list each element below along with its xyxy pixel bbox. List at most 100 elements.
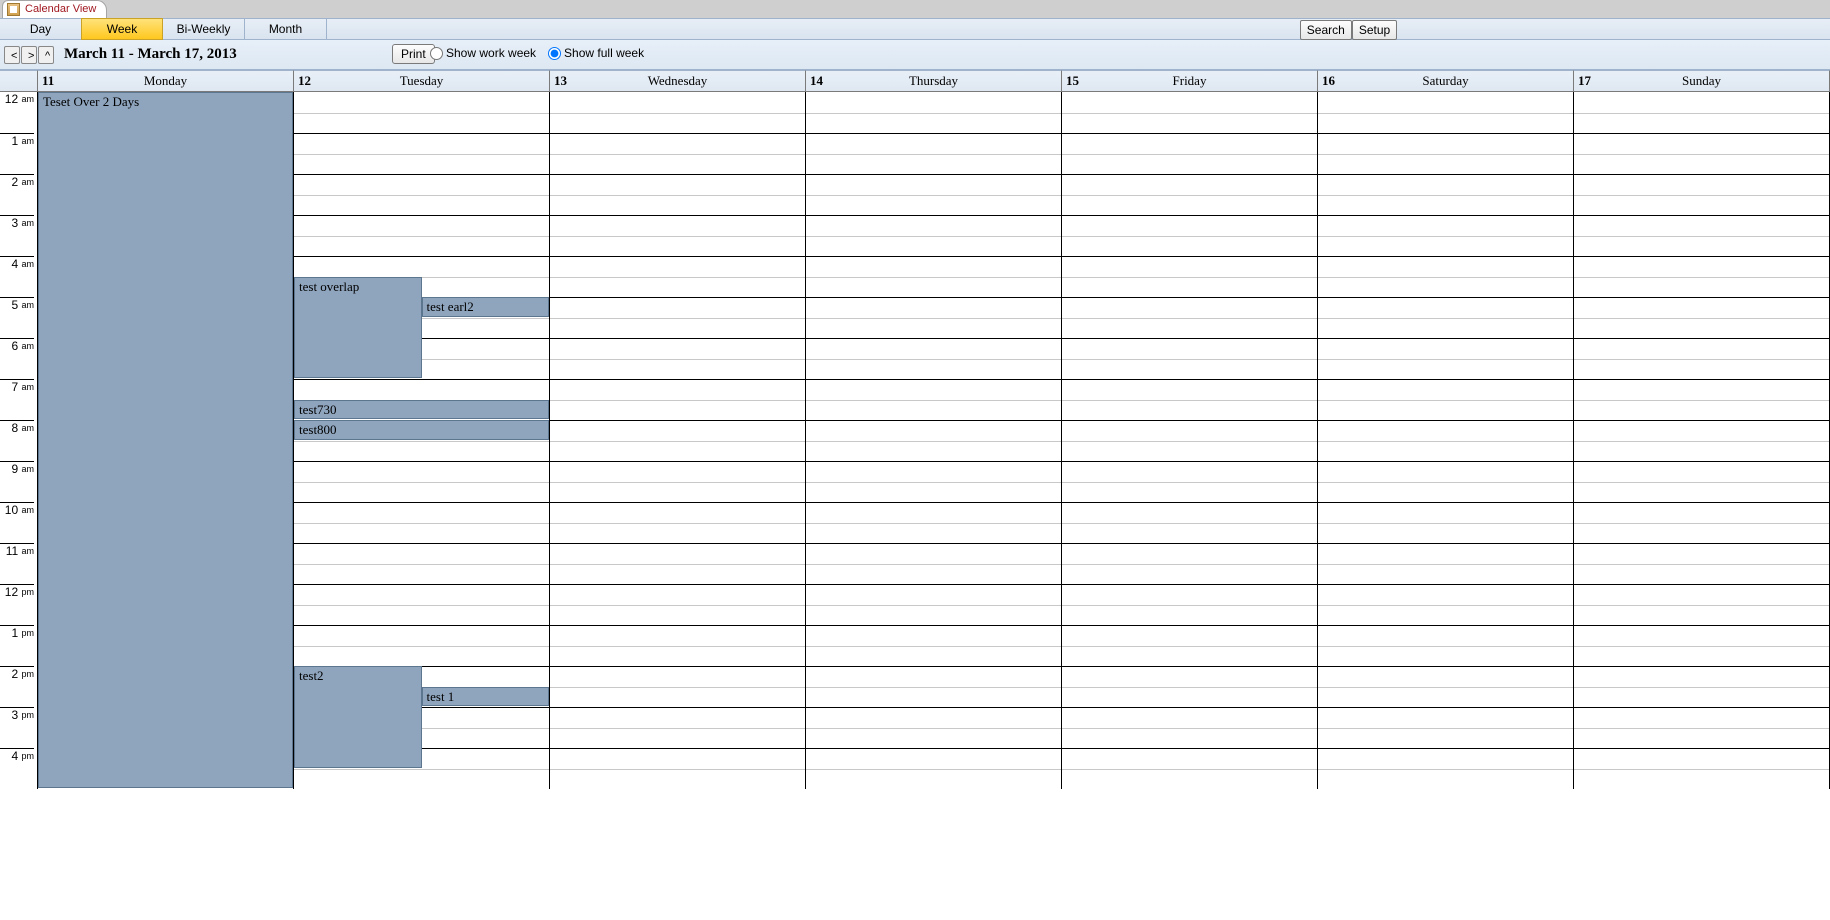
day-column-wednesday[interactable] [550,92,806,789]
time-slot[interactable] [1062,297,1317,318]
time-slot[interactable] [294,133,549,154]
time-slot[interactable] [806,338,1061,359]
time-slot[interactable] [1318,646,1573,667]
time-slot[interactable] [1318,687,1573,708]
time-slot[interactable] [806,236,1061,257]
time-slot[interactable] [1318,133,1573,154]
day-column-tuesday[interactable]: test overlaptest earl2test730test800test… [294,92,550,789]
time-slot[interactable] [294,256,549,277]
radio-work-week-input[interactable] [430,47,443,60]
time-slot[interactable] [1574,646,1829,667]
time-slot[interactable] [550,605,805,626]
time-slot[interactable] [806,277,1061,298]
time-slot[interactable] [1062,625,1317,646]
time-slot[interactable] [1062,236,1317,257]
time-slot[interactable] [1574,502,1829,523]
time-slot[interactable] [806,256,1061,277]
time-slot[interactable] [1318,543,1573,564]
time-slot[interactable] [806,605,1061,626]
time-slot[interactable] [1574,420,1829,441]
time-slot[interactable] [806,174,1061,195]
time-slot[interactable] [806,584,1061,605]
day-column-sunday[interactable] [1574,92,1830,789]
time-slot[interactable] [550,482,805,503]
time-slot[interactable] [1062,400,1317,421]
time-slot[interactable] [1574,379,1829,400]
time-slot[interactable] [806,564,1061,585]
time-slot[interactable] [1318,236,1573,257]
day-header-thursday[interactable]: 14Thursday [806,70,1062,91]
view-mode-tab-bi-weekly[interactable]: Bi-Weekly [163,19,245,39]
time-slot[interactable] [1574,543,1829,564]
time-slot[interactable] [1574,318,1829,339]
time-slot[interactable] [1574,256,1829,277]
time-slot[interactable] [550,441,805,462]
time-slot[interactable] [1574,338,1829,359]
time-slot[interactable] [294,154,549,175]
time-slot[interactable] [806,543,1061,564]
calendar-event[interactable]: test2 [294,666,422,768]
radio-full-week[interactable]: Show full week [548,46,644,60]
time-slot[interactable] [1318,502,1573,523]
time-slot[interactable] [550,133,805,154]
time-slot[interactable] [1062,133,1317,154]
calendar-event[interactable]: test earl2 [422,297,550,317]
time-slot[interactable] [806,728,1061,749]
calendar-event[interactable]: Teset Over 2 Days [38,92,293,788]
time-slot[interactable] [1062,174,1317,195]
time-slot[interactable] [1062,113,1317,134]
time-slot[interactable] [1318,769,1573,790]
time-slot[interactable] [806,482,1061,503]
time-slot[interactable] [806,502,1061,523]
time-slot[interactable] [1574,277,1829,298]
up-button[interactable]: ^ [38,46,54,64]
time-slot[interactable] [550,502,805,523]
time-slot[interactable] [1574,215,1829,236]
time-slot[interactable] [294,564,549,585]
time-slot[interactable] [1318,256,1573,277]
time-slot[interactable] [294,174,549,195]
time-slot[interactable] [1062,379,1317,400]
time-slot[interactable] [550,277,805,298]
calendar-event[interactable]: test730 [294,400,549,420]
time-slot[interactable] [294,379,549,400]
time-slot[interactable] [294,543,549,564]
time-slot[interactable] [294,523,549,544]
time-slot[interactable] [1318,297,1573,318]
day-header-saturday[interactable]: 16Saturday [1318,70,1574,91]
time-slot[interactable] [1062,646,1317,667]
time-slot[interactable] [1574,687,1829,708]
time-slot[interactable] [1318,359,1573,380]
setup-button[interactable]: Setup [1352,20,1397,40]
time-slot[interactable] [550,92,805,113]
day-column-monday[interactable]: Teset Over 2 Days [38,92,294,789]
time-slot[interactable] [1574,92,1829,113]
time-slot[interactable] [1574,441,1829,462]
time-slot[interactable] [550,359,805,380]
time-slot[interactable] [1062,564,1317,585]
time-slot[interactable] [1062,318,1317,339]
time-slot[interactable] [1574,707,1829,728]
time-slot[interactable] [550,584,805,605]
time-slot[interactable] [294,92,549,113]
time-slot[interactable] [1318,461,1573,482]
time-slot[interactable] [806,154,1061,175]
next-button[interactable]: > [21,46,37,64]
time-slot[interactable] [1318,707,1573,728]
time-slot[interactable] [806,707,1061,728]
time-slot[interactable] [1574,728,1829,749]
time-slot[interactable] [1318,92,1573,113]
time-slot[interactable] [294,482,549,503]
time-slot[interactable] [1062,523,1317,544]
time-slot[interactable] [1318,338,1573,359]
day-column-friday[interactable] [1062,92,1318,789]
time-slot[interactable] [1062,666,1317,687]
time-slot[interactable] [550,174,805,195]
time-slot[interactable] [1318,174,1573,195]
time-slot[interactable] [1318,564,1573,585]
time-slot[interactable] [1318,318,1573,339]
time-slot[interactable] [550,297,805,318]
time-slot[interactable] [550,195,805,216]
time-slot[interactable] [1062,748,1317,769]
time-slot[interactable] [294,769,549,790]
